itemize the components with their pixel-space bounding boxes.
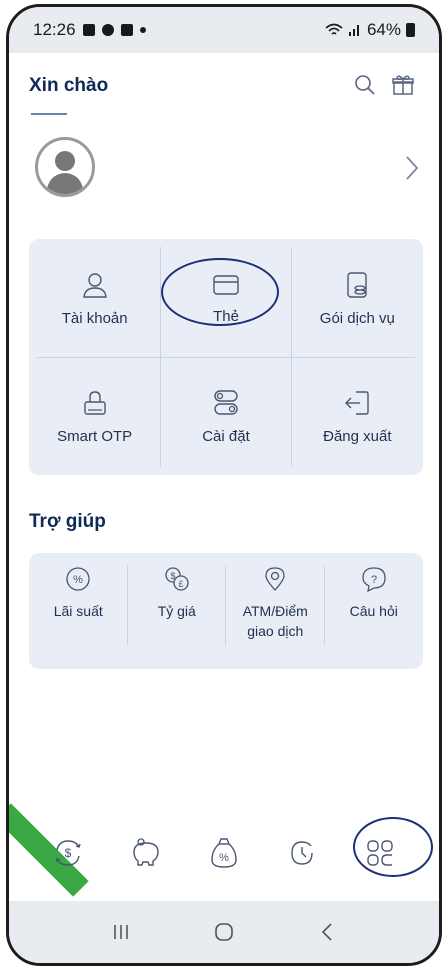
divider [324, 565, 325, 645]
account-screen: Xin chào Tài khoản Thẻ Gói dịch vụ Smart… [9, 53, 439, 903]
savings-icon[interactable] [126, 833, 166, 873]
search-icon[interactable] [351, 71, 379, 99]
status-time: 12:26 [33, 20, 76, 39]
help-item-atm-location[interactable]: ATM/Điểm giao dịch [226, 553, 325, 669]
menu-item-settings[interactable]: Cài đặt [160, 357, 291, 475]
avatar[interactable] [35, 137, 95, 197]
money-bag-icon[interactable]: % [204, 833, 244, 873]
back-icon[interactable] [312, 917, 342, 947]
help-item-exchange-rate[interactable]: $ £ Tỷ giá [128, 553, 227, 669]
settings-toggle-icon [214, 389, 238, 415]
help-section-title: Trợ giúp [29, 511, 106, 532]
help-card: % Lãi suất $ £ Tỷ giá ATM/Điểm giao dịch … [29, 553, 423, 669]
status-bar: 12:26 64% [9, 7, 439, 53]
gallery-icon [82, 24, 95, 36]
settings-status-icon [101, 24, 114, 36]
bottom-nav: $ % [9, 823, 439, 883]
account-menu-card: Tài khoản Thẻ Gói dịch vụ Smart OTP Cài … [29, 239, 423, 475]
phone-frame: 12:26 64% Xin chào Tài khoản Thẻ Gói dịc… [6, 4, 442, 966]
lock-icon [83, 390, 106, 415]
menu-grid-icon[interactable] [360, 833, 400, 873]
transfer-icon[interactable]: $ [48, 833, 88, 873]
menu-item-label: Đăng xuất [323, 427, 392, 445]
svg-text:$: $ [65, 846, 72, 860]
menu-item-label: Thẻ [213, 307, 239, 325]
menu-item-service-package[interactable]: Gói dịch vụ [292, 239, 423, 357]
location-pin-icon [265, 567, 285, 591]
menu-item-label: Cài đặt [202, 427, 250, 445]
divider [127, 565, 128, 645]
logout-icon [345, 390, 370, 415]
svg-text:%: % [219, 852, 229, 864]
greeting-underline [31, 113, 67, 115]
card-icon [213, 274, 239, 295]
chevron-right-icon[interactable] [405, 155, 419, 186]
help-item-label: Tỷ giá [157, 603, 196, 619]
menu-item-card[interactable]: Thẻ [160, 239, 291, 357]
home-icon[interactable] [209, 917, 239, 947]
wifi-icon [325, 23, 343, 35]
question-icon: ? [362, 567, 386, 593]
exchange-rate-icon: $£ [165, 567, 189, 591]
divider [225, 565, 226, 645]
help-item-label: Câu hỏi [349, 603, 398, 619]
menu-item-account[interactable]: Tài khoản [29, 239, 160, 357]
menu-item-logout[interactable]: Đăng xuất [292, 357, 423, 475]
gift-icon[interactable] [389, 71, 417, 99]
battery-percent: 64% [366, 20, 401, 39]
battery-icon [406, 23, 415, 37]
menu-item-smart-otp[interactable]: Smart OTP [29, 357, 160, 475]
menu-item-label: Smart OTP [57, 427, 133, 445]
svg-text:£: £ [178, 579, 183, 589]
recent-apps-icon[interactable] [106, 917, 136, 947]
greeting-title: Xin chào [29, 75, 109, 96]
help-item-interest-rate[interactable]: % Lãi suất [29, 553, 128, 669]
user-icon [82, 272, 107, 298]
svg-text:%: % [73, 574, 83, 586]
help-item-label: Lãi suất [53, 603, 103, 619]
menu-item-label: Gói dịch vụ [319, 309, 395, 327]
interest-rate-icon: % [66, 567, 90, 591]
svg-text:?: ? [371, 574, 377, 586]
history-icon[interactable] [282, 833, 322, 873]
signal-icon [348, 25, 359, 36]
menu-item-label: Tài khoản [61, 309, 128, 327]
help-item-label: ATM/Điểm giao dịch [242, 603, 308, 639]
notification-icon [120, 24, 133, 36]
system-nav-bar [9, 901, 439, 963]
more-dot-icon [139, 27, 146, 33]
help-item-faq[interactable]: ? Câu hỏi [325, 553, 424, 669]
service-package-icon [347, 271, 368, 298]
